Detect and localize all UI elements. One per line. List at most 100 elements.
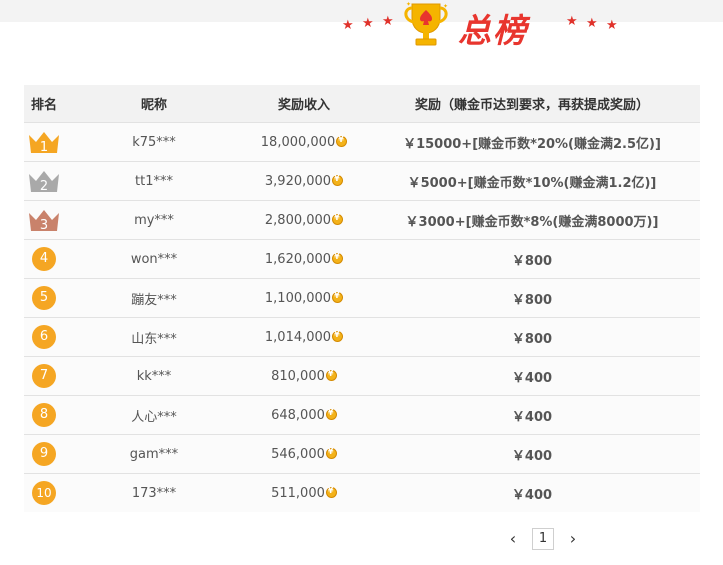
rank-cell: 8 [24, 395, 64, 435]
reward-cell: ￥400 [364, 395, 700, 435]
rank-cell: 10 [24, 473, 64, 512]
svg-text:2: 2 [40, 179, 48, 194]
page-button-current[interactable]: 1 [532, 528, 554, 550]
leaderboard-table: 排名 昵称 奖励收入 奖励（赚金币达到要求，再获提成奖励） 1 k75*** 1… [24, 85, 700, 512]
table-row: 6 山东*** 1,014,000 ￥800 [24, 317, 700, 357]
rank-badge: 10 [32, 481, 56, 505]
nickname-cell: gam*** [64, 434, 244, 474]
table-row: 8 人心*** 648,000 ￥400 [24, 395, 700, 435]
table-row: 9 gam*** 546,000 ￥400 [24, 434, 700, 474]
coin-icon [332, 330, 344, 342]
table-row: 1 k75*** 18,000,000 ￥15000+[赚金币数*20%(赚金满… [24, 122, 700, 162]
income-value: 1,620,000 [264, 251, 332, 267]
star-icon: ★ [566, 14, 578, 29]
column-header-reward: 奖励（赚金币达到要求，再获提成奖励） [364, 85, 700, 123]
income-cell: 648,000 [244, 395, 364, 435]
coin-icon [325, 447, 337, 459]
reward-cell: ￥400 [364, 356, 700, 396]
reward-cell: ￥800 [364, 239, 700, 279]
table-row: 4 won*** 1,620,000 ￥800 [24, 239, 700, 279]
table-row: 5 蹦友*** 1,100,000 ￥800 [24, 278, 700, 318]
trophy-icon: ✦ ✦ [404, 1, 448, 46]
nickname-cell: tt1*** [64, 161, 244, 201]
rank-cell: 4 [24, 239, 64, 279]
svg-text:✦: ✦ [406, 1, 411, 8]
income-cell: 18,000,000 [244, 122, 364, 162]
nickname-cell: 蹦友*** [64, 278, 244, 318]
rank-badge: 9 [32, 442, 56, 466]
table-row: 10 173*** 511,000 ￥400 [24, 473, 700, 512]
nickname-cell: 173*** [64, 473, 244, 512]
nickname-cell: 山东*** [64, 317, 244, 357]
table-row: 3 my*** 2,800,000 ￥3000+[赚金币数*8%(赚金满8000… [24, 200, 700, 240]
income-value: 511,000 [271, 485, 325, 501]
coin-icon [336, 135, 348, 147]
rank-badge: 5 [32, 286, 56, 310]
reward-cell: ￥800 [364, 278, 700, 318]
gold-crown-icon: 1 [29, 132, 59, 155]
coin-icon [325, 369, 337, 381]
chevron-right-icon[interactable]: › [566, 530, 580, 548]
svg-text:1: 1 [40, 140, 48, 155]
leaderboard-header: ★ ★ ★ ✦ ✦ 总榜 ★ ★ ★ [336, 0, 636, 56]
income-cell: 1,014,000 [244, 317, 364, 357]
svg-text:3: 3 [40, 218, 48, 233]
coin-icon [325, 486, 337, 498]
star-icon: ★ [606, 18, 618, 33]
reward-cell: ￥800 [364, 317, 700, 357]
coin-icon [325, 408, 337, 420]
rank-badge: 4 [32, 247, 56, 271]
rank-cell: 5 [24, 278, 64, 318]
rank-cell: 2 [24, 161, 64, 201]
nickname-cell: k75*** [64, 122, 244, 162]
income-value: 1,100,000 [264, 290, 332, 306]
table-row: 7 kk*** 810,000 ￥400 [24, 356, 700, 396]
income-value: 2,800,000 [264, 212, 332, 228]
income-cell: 2,800,000 [244, 200, 364, 240]
income-value: 3,920,000 [264, 173, 332, 189]
income-value: 18,000,000 [260, 134, 336, 150]
income-cell: 546,000 [244, 434, 364, 474]
income-value: 648,000 [271, 407, 325, 423]
income-cell: 1,100,000 [244, 278, 364, 318]
nickname-cell: kk*** [64, 356, 244, 396]
rank-cell: 6 [24, 317, 64, 357]
page-title: 总榜 [458, 11, 528, 50]
table-row: 2 tt1*** 3,920,000 ￥5000+[赚金币数*10%(赚金满1.… [24, 161, 700, 201]
rank-badge: 7 [32, 364, 56, 388]
reward-cell: ￥15000+[赚金币数*20%(赚金满2.5亿)] [364, 122, 700, 162]
bronze-crown-icon: 3 [29, 210, 59, 233]
rank-cell: 3 [24, 200, 64, 240]
rank-cell: 1 [24, 122, 64, 162]
rank-cell: 9 [24, 434, 64, 474]
chevron-left-icon[interactable]: ‹ [506, 530, 520, 548]
rank-cell: 7 [24, 356, 64, 396]
svg-text:✦: ✦ [443, 3, 448, 10]
nickname-cell: my*** [64, 200, 244, 240]
nickname-cell: won*** [64, 239, 244, 279]
income-value: 810,000 [271, 368, 325, 384]
silver-crown-icon: 2 [29, 171, 59, 194]
income-cell: 511,000 [244, 473, 364, 512]
column-header-nickname: 昵称 [64, 85, 244, 123]
column-header-income: 奖励收入 [244, 85, 364, 123]
rank-badge: 8 [32, 403, 56, 427]
coin-icon [332, 252, 344, 264]
star-icon: ★ [362, 16, 374, 31]
income-cell: 1,620,000 [244, 239, 364, 279]
reward-cell: ￥400 [364, 434, 700, 474]
income-cell: 810,000 [244, 356, 364, 396]
income-value: 546,000 [271, 446, 325, 462]
income-cell: 3,920,000 [244, 161, 364, 201]
star-icon: ★ [586, 16, 598, 31]
income-value: 1,014,000 [264, 329, 332, 345]
star-icon: ★ [342, 18, 354, 33]
column-header-rank: 排名 [24, 85, 64, 123]
table-header-row: 排名 昵称 奖励收入 奖励（赚金币达到要求，再获提成奖励） [24, 85, 700, 123]
reward-cell: ￥3000+[赚金币数*8%(赚金满8000万)] [364, 200, 700, 240]
star-icon: ★ [382, 14, 394, 29]
nickname-cell: 人心*** [64, 395, 244, 435]
reward-cell: ￥400 [364, 473, 700, 512]
coin-icon [332, 174, 344, 186]
coin-icon [332, 213, 344, 225]
